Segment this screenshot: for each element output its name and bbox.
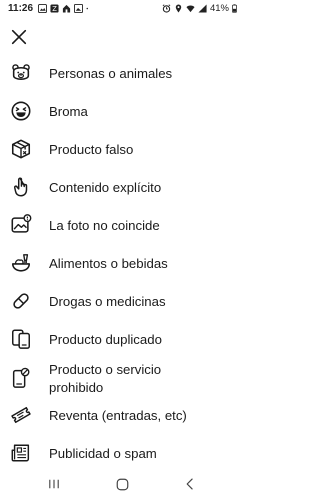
option-personas-o-animales[interactable]: Personas o animales [0, 59, 243, 87]
gallery-notification-icon [38, 4, 48, 13]
pill-icon [9, 289, 33, 313]
close-icon [11, 29, 27, 45]
option-label: La foto no coincide [49, 217, 160, 233]
option-contenido-explicito[interactable]: Contenido explícito [0, 173, 243, 201]
option-label: Alimentos o bebidas [49, 255, 168, 271]
ticket-icon [9, 403, 33, 427]
option-producto-falso[interactable]: Producto falso [0, 135, 243, 163]
location-icon [175, 4, 182, 13]
option-la-foto-no-coincide[interactable]: La foto no coincide [0, 211, 243, 239]
duplicate-phone-icon [9, 327, 33, 351]
back-icon [186, 478, 193, 490]
bear-face-icon [9, 61, 33, 85]
battery-icon [232, 4, 237, 13]
battery-percentage: 41% [209, 3, 229, 14]
option-label: Broma [49, 103, 88, 119]
option-label-line2: prohibido [49, 380, 104, 395]
laughing-face-icon [9, 99, 33, 123]
close-button[interactable] [8, 26, 30, 48]
recent-apps-icon [49, 479, 59, 489]
option-label: Producto o servicio [49, 362, 162, 377]
alarm-icon [162, 4, 171, 13]
image-alert-icon [9, 213, 33, 237]
prohibited-phone-icon [9, 366, 33, 390]
image-notification-icon [74, 4, 84, 13]
home-icon [116, 478, 128, 490]
option-broma[interactable]: Broma [0, 97, 243, 125]
signal-icon [198, 4, 207, 13]
recent-apps-button[interactable] [44, 474, 64, 494]
option-label: Producto falso [49, 141, 134, 157]
wifi-icon [186, 5, 195, 13]
option-alimentos-o-bebidas[interactable]: Alimentos o bebidas [0, 249, 243, 277]
option-label: Producto duplicado [49, 331, 162, 347]
navigation-bar [0, 468, 243, 500]
option-drogas-o-medicinas[interactable]: Drogas o medicinas [0, 287, 243, 315]
dot-notification-icon [86, 7, 89, 10]
option-label: Publicidad o spam [49, 445, 157, 461]
hand-gesture-icon [9, 175, 33, 199]
option-publicidad-o-spam[interactable]: Publicidad o spam [0, 439, 243, 467]
option-label: Personas o animales [49, 65, 173, 81]
home-button[interactable] [112, 474, 132, 494]
option-label: Contenido explícito [49, 179, 162, 195]
svg-text:Z: Z [52, 5, 57, 13]
status-time: 11:26 [8, 3, 34, 14]
app-notification-icon: Z [50, 4, 59, 13]
option-label: Drogas o medicinas [49, 293, 166, 309]
option-producto-duplicado[interactable]: Producto duplicado [0, 325, 243, 353]
back-button[interactable] [180, 474, 200, 494]
box-icon [9, 137, 33, 161]
option-label: Reventa (entradas, etc) [49, 407, 187, 423]
option-producto-o-servicio-prohibido[interactable]: Producto o servicio prohibido [0, 361, 243, 397]
option-reventa[interactable]: Reventa (entradas, etc) [0, 401, 243, 429]
food-icon [9, 251, 33, 275]
home-notification-icon [62, 4, 71, 13]
newspaper-icon [9, 441, 33, 465]
status-bar: 11:26 Z 41% [0, 0, 243, 17]
